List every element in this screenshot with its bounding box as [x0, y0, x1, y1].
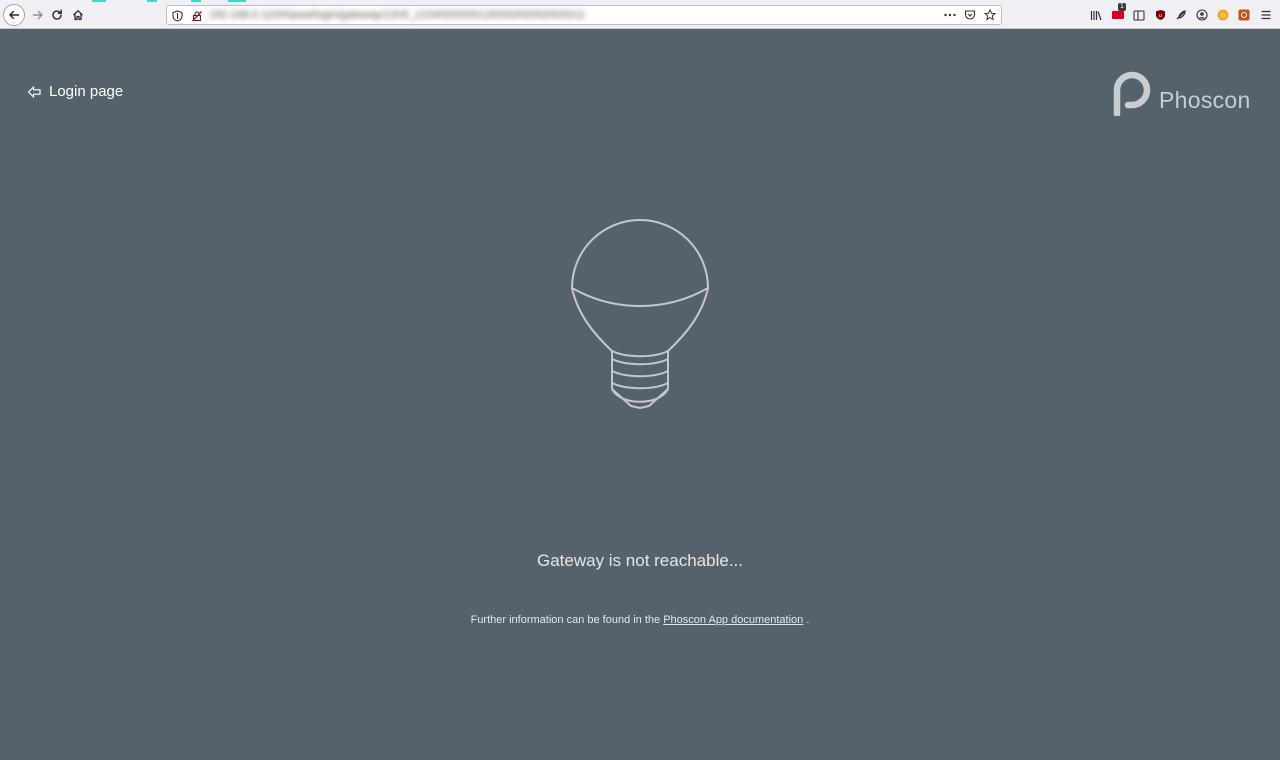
- reload-icon: [52, 9, 62, 20]
- extension-badge-count: 1: [1118, 3, 1126, 11]
- home-button[interactable]: [67, 4, 89, 26]
- url-text[interactable]: 192.168.0.115/#/pwa/login/gateway/13/4/_…: [209, 8, 819, 22]
- address-bar[interactable]: 192.168.0.115/#/pwa/login/gateway/13/4/_…: [166, 5, 1002, 25]
- arrow-left-icon: [9, 10, 20, 20]
- lightbulb-icon: [571, 219, 709, 409]
- documentation-link[interactable]: Phoscon App documentation: [663, 614, 803, 626]
- library-icon[interactable]: [1088, 7, 1104, 23]
- extension-badge-icon[interactable]: 1: [1110, 3, 1126, 23]
- more-dots-icon[interactable]: [943, 8, 957, 22]
- star-icon[interactable]: [983, 8, 997, 22]
- info-prefix: Further information can be found in the: [470, 614, 664, 626]
- back-button[interactable]: [3, 4, 25, 26]
- browser-toolbar: 192.168.0.115/#/pwa/login/gateway/13/4/_…: [0, 0, 1280, 29]
- hamburger-icon[interactable]: [1258, 7, 1274, 23]
- reload-button[interactable]: [46, 4, 68, 26]
- info-suffix: .: [803, 614, 810, 626]
- shield-icon[interactable]: [172, 9, 183, 27]
- svg-text:u: u: [1158, 13, 1161, 19]
- pocket-icon[interactable]: [963, 8, 977, 22]
- orange-extension-icon[interactable]: G: [1215, 7, 1231, 23]
- svg-text:G: G: [1221, 13, 1226, 20]
- sidebar-icon[interactable]: [1131, 7, 1147, 23]
- toolbar-extensions: 1 u G: [1080, 3, 1280, 25]
- arrow-right-icon: [32, 10, 43, 20]
- phoscon-logo-icon: [1113, 71, 1151, 116]
- back-link-label: Login page: [49, 83, 124, 100]
- insecure-lock-icon[interactable]: [191, 9, 203, 27]
- login-page-link[interactable]: Login page: [27, 83, 123, 100]
- arrow-left-icon: [27, 85, 41, 98]
- status-heading: Gateway is not reachable...: [536, 551, 743, 570]
- phoscon-brand: Phoscon: [1112, 70, 1251, 116]
- home-icon: [73, 10, 83, 21]
- feather-icon[interactable]: [1173, 7, 1189, 23]
- tab-strip-edge: [0, 0, 1280, 2]
- info-text: Further information can be found in the …: [0, 614, 1280, 626]
- ublock-shield-icon[interactable]: u: [1152, 7, 1168, 23]
- brand-name: Phoscon: [1159, 87, 1251, 113]
- account-icon[interactable]: [1194, 7, 1210, 23]
- brown-extension-icon[interactable]: [1236, 7, 1252, 23]
